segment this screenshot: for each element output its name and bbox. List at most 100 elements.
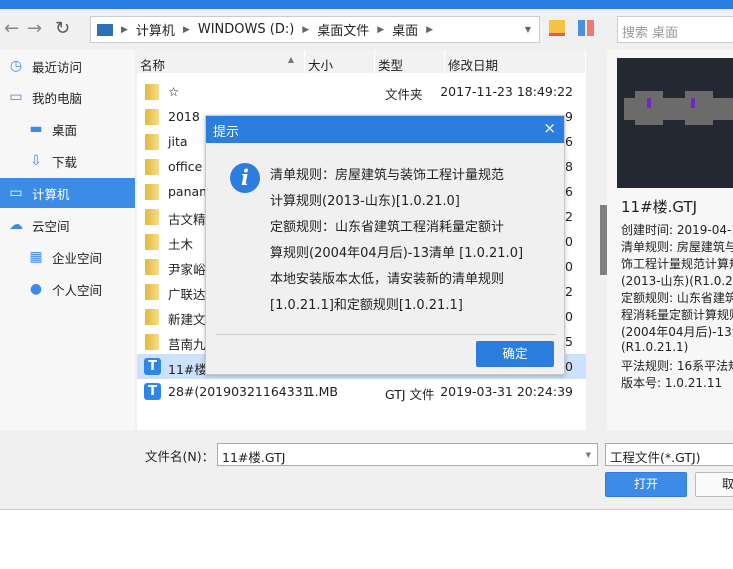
sidebar-item[interactable]: ◷ 最近访问 bbox=[0, 51, 135, 81]
file-name: jita bbox=[168, 134, 188, 149]
sidebar-item-label: 企业空间 bbox=[52, 250, 103, 266]
sidebar-item[interactable]: ▬ 桌面 bbox=[0, 114, 135, 144]
sidebar-item[interactable]: ⇩ 下载 bbox=[0, 146, 135, 176]
folder-icon bbox=[145, 234, 159, 250]
breadcrumb-item[interactable]: 桌面 bbox=[392, 20, 418, 39]
column-header-size[interactable]: 大小 bbox=[305, 50, 375, 73]
folder-icon bbox=[145, 209, 159, 225]
file-name: 莒南九 bbox=[168, 337, 206, 352]
refresh-button[interactable]: ↻ bbox=[55, 18, 70, 39]
preview-detail-line: 定额规则: 山东省建筑 bbox=[621, 291, 733, 305]
preview-detail-line: (R1.0.21.1) bbox=[621, 340, 689, 354]
ok-button[interactable]: 确定 bbox=[476, 341, 554, 367]
sidebar-item-label: 最近访问 bbox=[32, 59, 83, 75]
address-bar[interactable]: ▶ 计算机 ▶ WINDOWS (D:) ▶ 桌面文件 ▶ 桌面 ▶ ▼ bbox=[90, 16, 540, 43]
filename-label: 文件名(N)： bbox=[145, 449, 215, 464]
desktop-icon: ▬ bbox=[29, 121, 43, 137]
file-row[interactable]: T 28#(20190321164331... 1 MB GTJ 文件 2019-… bbox=[137, 379, 586, 404]
dialog-message-line: 算规则(2004年04月后)-13清单 [1.0.21.0] bbox=[270, 246, 524, 261]
sidebar-item[interactable]: ▦ 企业空间 bbox=[0, 242, 135, 272]
search-input[interactable]: 搜索 桌面 bbox=[617, 16, 733, 43]
sidebar-item-label: 我的电脑 bbox=[32, 90, 83, 106]
folder-icon bbox=[145, 134, 159, 150]
breadcrumb-item[interactable]: 桌面文件 bbox=[317, 20, 369, 39]
chevron-right-icon: ▶ bbox=[121, 24, 128, 35]
download-icon: ⇩ bbox=[30, 153, 42, 169]
folder-icon bbox=[145, 84, 159, 100]
open-button[interactable]: 打开 bbox=[605, 472, 687, 497]
folder-icon bbox=[145, 309, 159, 325]
sort-asc-icon: ▲ bbox=[287, 55, 294, 64]
folder-icon bbox=[145, 284, 159, 300]
filetype-select[interactable]: 工程文件(*.GTJ) bbox=[605, 443, 733, 466]
file-date: 2 bbox=[565, 209, 573, 224]
scrollbar[interactable] bbox=[586, 50, 600, 430]
preview-detail-line: 创建时间: 2019-04-1 bbox=[621, 223, 733, 237]
view-mode-icon[interactable] bbox=[578, 20, 594, 36]
dialog-message-line: 定额规则：山东省建筑工程消耗量定额计 bbox=[270, 220, 505, 235]
gtj-file-icon: T bbox=[144, 383, 161, 400]
file-date: 5 bbox=[565, 334, 573, 349]
alert-dialog: 提示 × i 清单规则：房屋建筑与装饰工程计量规范 计算规则(2013-山东)[… bbox=[205, 115, 565, 375]
preview-detail-line: (2013-山东)(R1.0.21. bbox=[621, 274, 733, 288]
file-name: office bbox=[168, 159, 203, 174]
column-header-type[interactable]: 类型 bbox=[375, 50, 445, 73]
preview-splitter-handle[interactable] bbox=[600, 205, 607, 275]
chevron-right-icon: ▶ bbox=[377, 24, 385, 35]
dropdown-arrow-icon[interactable]: ▼ bbox=[525, 25, 531, 34]
computer-icon bbox=[97, 23, 113, 36]
file-type: GTJ 文件 bbox=[385, 387, 435, 402]
dialog-message-line: 本地安装版本太低，请安装新的清单规则 bbox=[270, 272, 505, 287]
file-name: 2018 bbox=[168, 109, 200, 124]
breadcrumb-item[interactable]: WINDOWS (D:) bbox=[198, 22, 294, 37]
clock-icon: ◷ bbox=[9, 58, 23, 74]
cloud-icon: ☁ bbox=[9, 217, 23, 233]
sidebar-item[interactable]: ▭ 计算机 bbox=[0, 178, 135, 208]
sidebar-item-label: 云空间 bbox=[32, 218, 70, 234]
cancel-button[interactable]: 取 bbox=[695, 472, 733, 497]
file-date: 2017-11-23 18:49:22 bbox=[440, 84, 573, 99]
file-date: 6 bbox=[565, 184, 573, 199]
back-button[interactable]: ← bbox=[4, 18, 19, 39]
file-date: 0 bbox=[565, 234, 573, 249]
folder-icon bbox=[145, 184, 159, 200]
close-icon[interactable]: × bbox=[543, 119, 556, 137]
dialog-message-line: 计算规则(2013-山东)[1.0.21.0] bbox=[270, 194, 460, 209]
sidebar-item-label: 下载 bbox=[52, 154, 78, 170]
column-header-name[interactable]: 名称 ▲ bbox=[137, 50, 305, 73]
filename-input[interactable]: 11#楼.GTJ ▼ bbox=[217, 443, 598, 466]
file-date: 9 bbox=[565, 109, 573, 124]
file-type: 文件夹 bbox=[385, 87, 423, 102]
file-name: 28#(20190321164331... bbox=[168, 384, 323, 399]
new-folder-icon[interactable] bbox=[549, 20, 565, 36]
file-name: 广联达 bbox=[168, 287, 206, 302]
chevron-right-icon: ▶ bbox=[302, 24, 310, 35]
breadcrumb-item[interactable]: 计算机 bbox=[136, 20, 175, 39]
file-name: 尹家峪 bbox=[168, 262, 206, 277]
preview-detail-line: (2004年04月后)-13清 bbox=[621, 325, 733, 339]
building-icon: ▦ bbox=[29, 249, 43, 265]
forward-button[interactable]: → bbox=[27, 18, 42, 39]
preview-detail-line: 版本号: 1.0.21.11 bbox=[621, 376, 723, 390]
file-name: 土木 bbox=[168, 237, 194, 252]
sidebar-item-label: 计算机 bbox=[32, 186, 70, 202]
sidebar-item[interactable]: ☁ 云空间 bbox=[0, 210, 135, 240]
preview-thumbnail bbox=[617, 58, 733, 188]
sidebar-item[interactable]: ● 个人空间 bbox=[0, 274, 135, 304]
chevron-right-icon: ▶ bbox=[426, 24, 434, 35]
dialog-message-line: 清单规则：房屋建筑与装饰工程计量规范 bbox=[270, 168, 505, 183]
title-bar bbox=[0, 0, 733, 9]
file-name: 新建文 bbox=[168, 312, 206, 327]
dropdown-arrow-icon[interactable]: ▼ bbox=[586, 451, 591, 459]
sidebar-item-label: 桌面 bbox=[52, 122, 78, 138]
file-date: 6 bbox=[565, 134, 573, 149]
file-row[interactable]: ☆ 文件夹 2017-11-23 18:49:22 bbox=[137, 79, 586, 104]
file-size: 1 MB bbox=[306, 384, 338, 399]
monitor-icon: ▭ bbox=[9, 89, 23, 105]
preview-detail-line: 清单规则: 房屋建筑与 bbox=[621, 240, 733, 254]
chevron-right-icon: ▶ bbox=[182, 24, 190, 35]
computer-icon: ▭ bbox=[9, 185, 23, 201]
folder-icon bbox=[145, 159, 159, 175]
sidebar-item[interactable]: ▭ 我的电脑 bbox=[0, 82, 135, 112]
column-header-date[interactable]: 修改日期 bbox=[445, 50, 586, 73]
